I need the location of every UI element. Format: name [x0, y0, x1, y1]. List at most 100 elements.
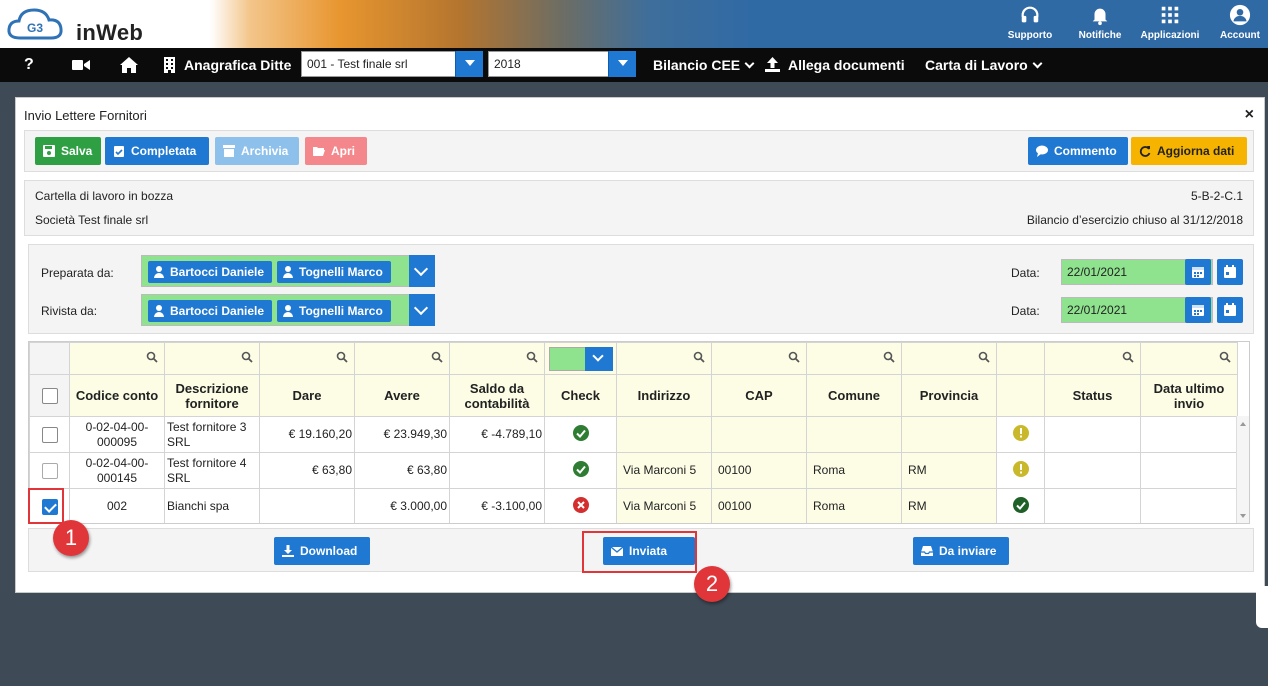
person-chip[interactable]: Tognelli Marco — [277, 300, 391, 322]
chevron-down-icon — [744, 58, 755, 69]
apri-button[interactable]: Apri — [305, 137, 367, 165]
col-avere[interactable]: Avere — [354, 374, 450, 417]
person-chip[interactable]: Bartocci Daniele — [148, 261, 273, 283]
calendar-today-button[interactable] — [1217, 297, 1243, 323]
select-all-checkbox[interactable] — [41, 387, 58, 404]
person-chip[interactable]: Bartocci Daniele — [148, 300, 273, 322]
filter-cell[interactable] — [616, 342, 712, 375]
allega-documenti-menu[interactable]: Allega documenti — [765, 48, 905, 82]
apps-label: Applicazioni — [1140, 30, 1200, 41]
calendar-today-button[interactable] — [1217, 259, 1243, 285]
year-select-value: 2018 — [494, 57, 521, 71]
cell-dare: € 63,80 — [259, 452, 355, 489]
chevron-down-icon[interactable] — [455, 51, 483, 77]
row-checkbox[interactable] — [41, 462, 58, 479]
filter-cell[interactable] — [259, 342, 355, 375]
filter-cell[interactable] — [164, 342, 260, 375]
side-tab-handle[interactable] — [1256, 586, 1268, 628]
col-indirizzo[interactable]: Indirizzo — [616, 374, 712, 417]
search-icon — [1219, 351, 1231, 363]
filter-cell[interactable] — [711, 342, 807, 375]
scroll-down-arrow[interactable] — [1240, 514, 1246, 518]
company-select[interactable]: 001 - Test finale srl — [301, 51, 483, 77]
person-chip[interactable]: Tognelli Marco — [277, 261, 391, 283]
salva-button[interactable]: Salva — [35, 137, 101, 165]
col-status[interactable]: Status — [1044, 374, 1141, 417]
archivia-button[interactable]: Archivia — [215, 137, 299, 165]
cell-descrizione: Test fornitore 4 SRL — [164, 452, 260, 489]
bilancio-cee-menu[interactable]: Bilancio CEE — [653, 48, 755, 82]
calendar-button[interactable] — [1185, 297, 1211, 323]
cell-saldo: € -3.100,00 — [449, 488, 545, 523]
notifications-button[interactable]: Notifiche — [1065, 2, 1135, 46]
filter-cell[interactable] — [901, 342, 997, 375]
col-comune[interactable]: Comune — [806, 374, 902, 417]
row-checkbox[interactable] — [41, 426, 58, 443]
chevron-down-icon[interactable] — [585, 346, 613, 371]
col-cap[interactable]: CAP — [711, 374, 807, 417]
check-filter[interactable] — [544, 342, 617, 375]
col-descrizione[interactable]: Descrizione fornitore — [164, 374, 260, 417]
rivista-field[interactable]: Bartocci Daniele Tognelli Marco — [141, 294, 435, 326]
aggiorna-label: Aggiorna dati — [1157, 144, 1235, 158]
completata-button[interactable]: Completata — [105, 137, 209, 165]
aggiorna-dati-button[interactable]: Aggiorna dati — [1131, 137, 1247, 165]
table-row[interactable]: 0-02-04-00-000095 Test fornitore 3 SRL €… — [29, 416, 1238, 453]
preparata-field[interactable]: Bartocci Daniele Tognelli Marco — [141, 255, 435, 287]
completata-label: Completata — [131, 144, 197, 158]
video-button[interactable] — [72, 48, 90, 82]
search-icon — [146, 351, 158, 363]
chevron-down-icon[interactable] — [409, 294, 435, 326]
col-saldo[interactable]: Saldo da contabilità — [449, 374, 545, 417]
apps-button[interactable]: Applicazioni — [1135, 2, 1205, 46]
cell-cap: 00100 — [711, 452, 807, 489]
warning-circle-icon — [1012, 424, 1029, 441]
anagrafica-ditte-menu[interactable]: Anagrafica Ditte — [163, 48, 291, 82]
table-row[interactable]: 0-02-04-00-000145 Test fornitore 4 SRL €… — [29, 452, 1238, 489]
cell-codice: 002 — [69, 488, 165, 523]
col-codice-conto[interactable]: Codice conto — [69, 374, 165, 417]
carta-di-lavoro-menu[interactable]: Carta di Lavoro — [925, 48, 1043, 82]
filter-row — [29, 342, 1238, 375]
table-row-selected[interactable]: 002 Bianchi spa € 3.000,00 € -3.100,00 V… — [29, 488, 1238, 523]
calendar-icon — [1192, 305, 1204, 316]
annotation-highlight-inviata — [582, 531, 697, 573]
annotation-badge-1: 1 — [53, 520, 89, 556]
scroll-up-arrow[interactable] — [1240, 422, 1246, 426]
archive-icon — [223, 145, 235, 157]
cell-data-invio — [1140, 452, 1238, 489]
col-provincia[interactable]: Provincia — [901, 374, 997, 417]
cell-avere: € 63,80 — [354, 452, 450, 489]
cell-comune: Roma — [806, 452, 902, 489]
cell-indirizzo: Via Marconi 5 — [616, 488, 712, 523]
col-dare[interactable]: Dare — [259, 374, 355, 417]
cell-codice: 0-02-04-00-000095 — [69, 416, 165, 453]
calendar-button[interactable] — [1185, 259, 1211, 285]
building-icon — [164, 57, 175, 73]
commento-button[interactable]: Commento — [1028, 137, 1128, 165]
home-button[interactable] — [120, 48, 138, 82]
cell-saldo — [449, 452, 545, 489]
commento-label: Commento — [1054, 144, 1117, 158]
chevron-down-icon[interactable] — [608, 51, 636, 77]
filter-cell[interactable] — [806, 342, 902, 375]
filter-cell[interactable] — [449, 342, 545, 375]
da-inviare-button[interactable]: Da inviare — [913, 537, 1009, 565]
help-button[interactable]: ? — [24, 48, 34, 82]
search-icon — [978, 351, 990, 363]
year-select[interactable]: 2018 — [488, 51, 636, 77]
filter-cell[interactable] — [1044, 342, 1141, 375]
close-icon[interactable]: × — [1245, 106, 1254, 124]
download-button[interactable]: Download — [274, 537, 370, 565]
filter-cell[interactable] — [354, 342, 450, 375]
chevron-down-icon[interactable] — [409, 255, 435, 287]
cell-check — [544, 488, 617, 523]
col-data-invio[interactable]: Data ultimo invio — [1140, 374, 1238, 417]
cell-provincia: RM — [901, 452, 997, 489]
support-button[interactable]: Supporto — [995, 2, 1065, 46]
vertical-scrollbar[interactable] — [1236, 416, 1249, 523]
col-check[interactable]: Check — [544, 374, 617, 417]
filter-cell[interactable] — [1140, 342, 1238, 375]
filter-cell[interactable] — [69, 342, 165, 375]
account-button[interactable]: Account — [1205, 2, 1268, 46]
